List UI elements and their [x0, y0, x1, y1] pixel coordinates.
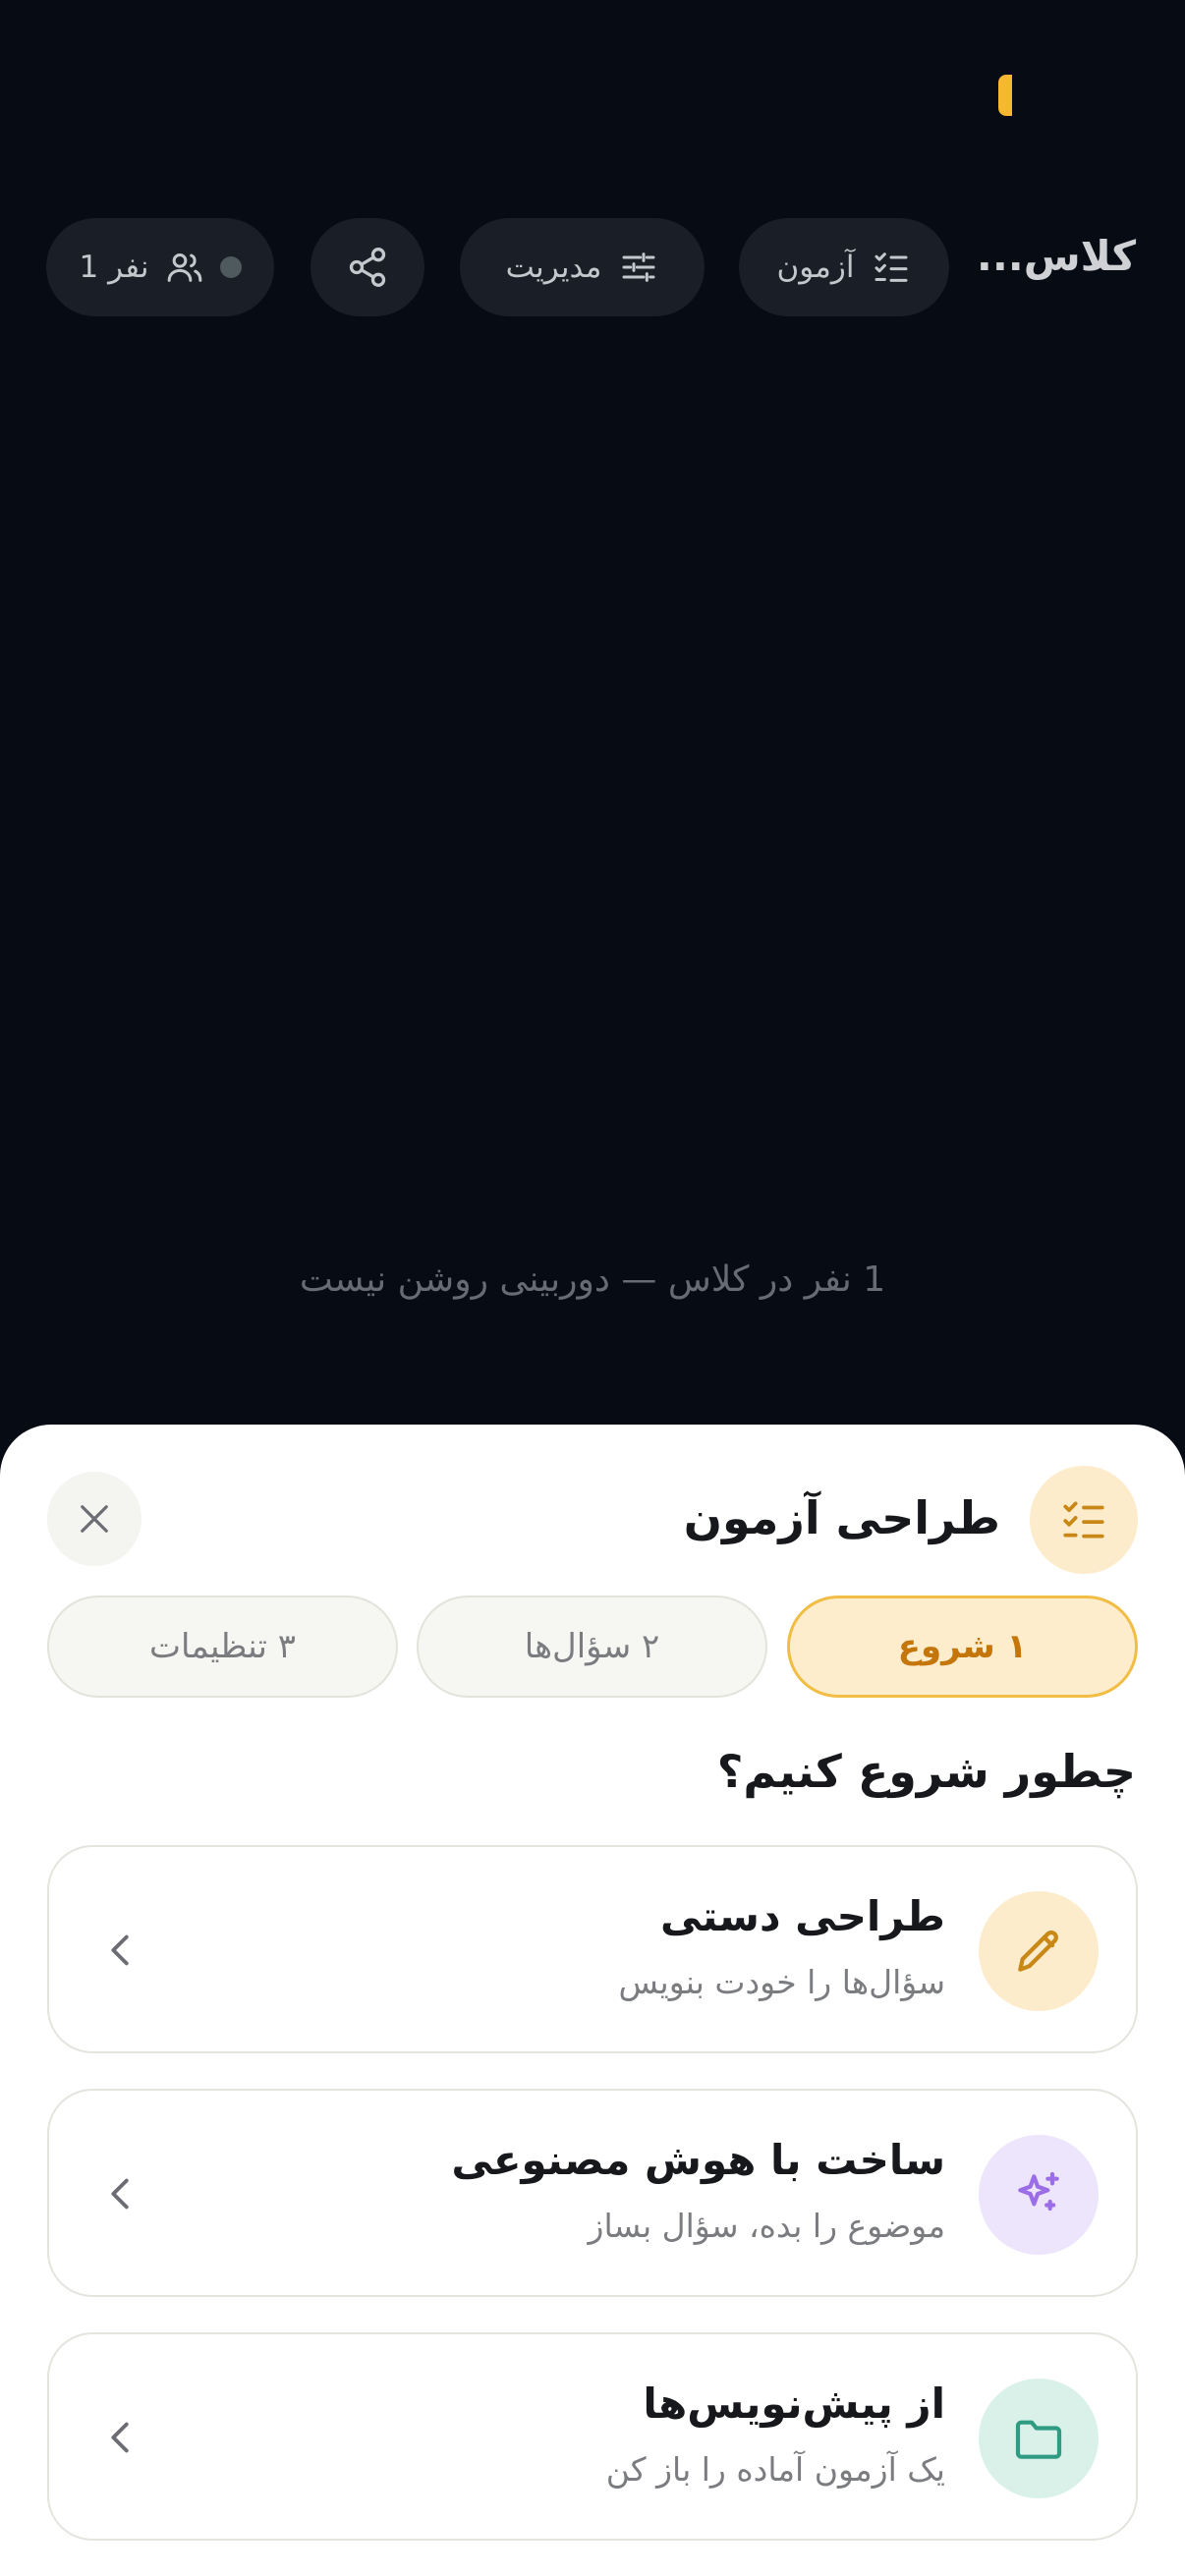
chevron-left-icon: [98, 2415, 143, 2464]
step-questions-tab[interactable]: ۲ سؤال‌ها: [417, 1596, 767, 1698]
step-start-tab[interactable]: ۱ شروع: [787, 1596, 1138, 1698]
section-question: چطور شروع کنیم؟: [716, 1745, 1136, 1798]
chevron-left-icon: [98, 2171, 143, 2220]
sliders-icon: [619, 248, 658, 287]
pencil-icon: [979, 1891, 1099, 2011]
option-subtitle: سؤال‌ها را خودت بنویس: [618, 1963, 945, 2001]
step-settings-tab[interactable]: ۳ تنظیمات: [47, 1596, 398, 1698]
participants-count: 1 نفر: [79, 250, 149, 285]
top-toolbar: آزمون مدیریت 1 نفر: [0, 218, 1185, 316]
exam-button[interactable]: آزمون: [739, 218, 949, 316]
share-icon: [346, 246, 389, 289]
sheet-title: طراحی آزمون: [683, 1491, 1000, 1544]
close-icon: [74, 1498, 115, 1540]
ai-create-option[interactable]: ساخت با هوش مصنوعی موضوع را بده، سؤال بس…: [47, 2089, 1138, 2297]
close-button[interactable]: [47, 1472, 141, 1566]
option-title: طراحی دستی: [660, 1892, 945, 1940]
checklist-icon: [872, 248, 911, 287]
exam-checklist-icon: [1030, 1466, 1138, 1574]
option-title: از پیش‌نویس‌ها: [643, 2380, 945, 2428]
sparkles-icon: [979, 2135, 1099, 2255]
stage-status-text: 1 نفر در کلاس — دوربینی روشن نیست: [299, 1260, 886, 1300]
exam-label: آزمون: [776, 250, 855, 285]
share-button[interactable]: [310, 218, 424, 316]
manual-design-option[interactable]: طراحی دستی سؤال‌ها را خودت بنویس: [47, 1845, 1138, 2053]
option-title: ساخت با هوش مصنوعی: [451, 2136, 945, 2184]
drafts-option[interactable]: از پیش‌نویس‌ها یک آزمون آماده را باز کن: [47, 2332, 1138, 2541]
option-subtitle: یک آزمون آماده را باز کن: [605, 2450, 945, 2489]
folder-icon: [979, 2379, 1099, 2498]
manage-button[interactable]: مدیریت: [460, 218, 705, 316]
option-subtitle: موضوع را بده، سؤال بساز: [588, 2207, 945, 2245]
participants-chip[interactable]: 1 نفر: [46, 218, 274, 316]
users-icon: [165, 248, 204, 287]
exam-design-sheet: طراحی آزمون ۱ شروع ۲ سؤال‌ها ۳ تنظیمات چ…: [0, 1425, 1185, 2576]
step-tabs: ۱ شروع ۲ سؤال‌ها ۳ تنظیمات: [47, 1596, 1138, 1698]
manage-label: مدیریت: [505, 250, 602, 285]
chevron-left-icon: [98, 1928, 143, 1977]
speaking-indicator: [998, 75, 1012, 116]
connection-status-dot: [219, 256, 242, 278]
